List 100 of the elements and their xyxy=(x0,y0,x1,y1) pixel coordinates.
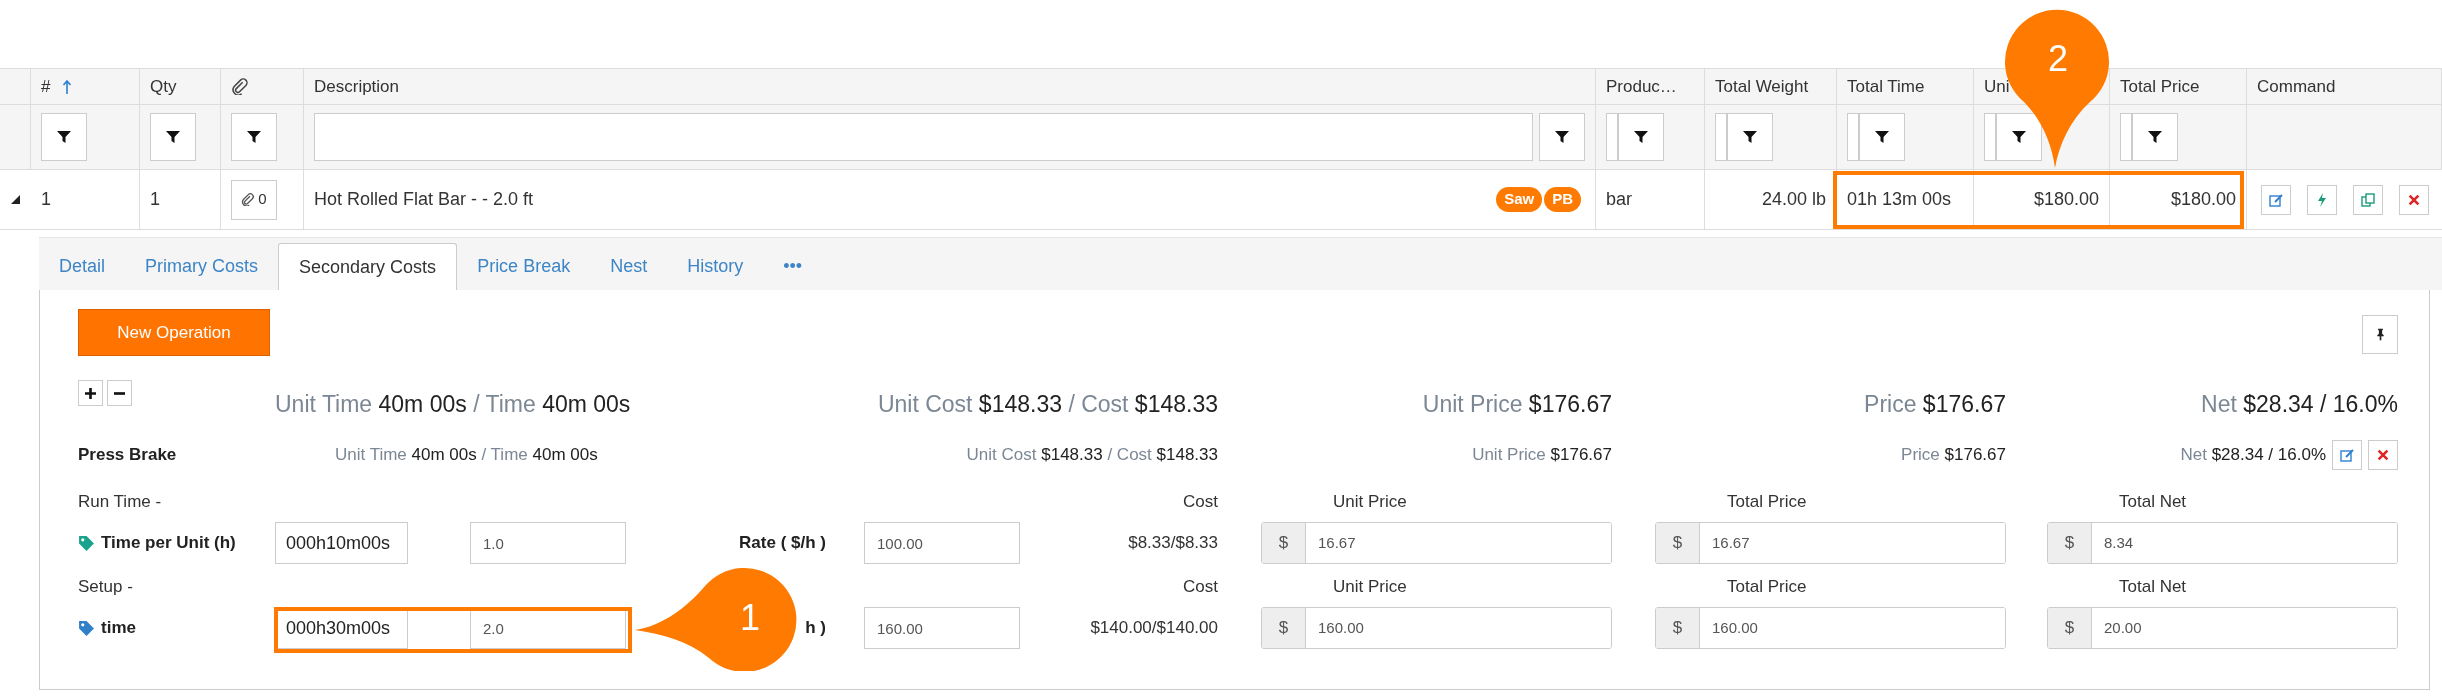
column-header[interactable]: Description xyxy=(314,73,400,100)
weight-text: 24.00 lb xyxy=(1761,188,1826,211)
column-header[interactable]: Total Weight xyxy=(1715,73,1809,100)
filter-input[interactable] xyxy=(1715,113,1727,161)
price-label: Total Net xyxy=(2119,492,2187,512)
operation-summary: Net $28.34 / 16.0% xyxy=(2180,444,2326,467)
summary-total: Price $176.67 xyxy=(1864,389,2006,419)
filter-button[interactable] xyxy=(1539,113,1585,161)
operation-tag: Saw xyxy=(1496,187,1543,212)
delete-button[interactable] xyxy=(2368,440,2398,470)
operation-summary: Unit Time 40m 00s / Time 40m 00s xyxy=(335,444,598,467)
column-header[interactable]: Total Price xyxy=(2120,73,2200,100)
price-text: $180.00 xyxy=(2170,188,2236,211)
filter-button[interactable] xyxy=(41,113,87,161)
filter-icon xyxy=(56,129,72,145)
callout-number: 1 xyxy=(740,596,760,640)
operation-summary: Unit Price $176.67 xyxy=(1472,444,1612,467)
price-label: Total Price xyxy=(1727,577,1807,597)
filter-icon xyxy=(1554,129,1570,145)
expand-all-button[interactable] xyxy=(78,380,103,406)
filter-button[interactable] xyxy=(1618,113,1664,161)
price-label: Unit Price xyxy=(1333,492,1407,512)
pin-button[interactable] xyxy=(2362,315,2398,354)
tab[interactable]: Secondary Costs xyxy=(278,243,458,290)
filter-icon xyxy=(2147,129,2163,145)
tab[interactable]: History xyxy=(667,243,764,290)
rate-field[interactable]: 100.00 xyxy=(864,522,1020,564)
tab[interactable]: Nest xyxy=(590,243,668,290)
row-number: 1 xyxy=(41,188,51,211)
cost-heading: Cost xyxy=(1183,576,1218,599)
hours-field[interactable]: 1.0 xyxy=(470,522,626,564)
filter-input[interactable] xyxy=(2120,113,2132,161)
filter-input[interactable] xyxy=(1847,113,1859,161)
time-field[interactable]: 000h10m00s xyxy=(275,522,408,564)
filter-icon xyxy=(246,129,262,145)
operation-summary: Price $176.67 xyxy=(1901,444,2006,467)
column-header[interactable]: Total Time xyxy=(1847,73,1925,100)
price-text: $180.00 xyxy=(2033,188,2099,211)
price-label: Total Price xyxy=(1727,492,1807,512)
price-field[interactable]: $ 8.34 xyxy=(2047,522,2398,564)
filter-button[interactable] xyxy=(1727,113,1773,161)
tab[interactable]: Price Break xyxy=(457,243,591,290)
price-label: Unit Price xyxy=(1333,577,1407,597)
price-field[interactable]: $ 16.67 xyxy=(1655,522,2006,564)
summary-total: Unit Cost $148.33 / Cost $148.33 xyxy=(877,389,1218,419)
section-heading: Setup - xyxy=(78,576,134,599)
tab[interactable]: ••• xyxy=(763,243,823,290)
cost-value: $8.33/$8.33 xyxy=(1128,532,1218,555)
operation-name: Press Brake xyxy=(78,444,178,467)
filter-icon xyxy=(1742,129,1758,145)
cost-value: $140.00/$140.00 xyxy=(1090,617,1218,640)
lightning-button[interactable] xyxy=(2307,184,2337,215)
filter-button[interactable] xyxy=(1996,113,2042,161)
price-label: Total Net xyxy=(2119,577,2187,597)
product-text: bar xyxy=(1606,188,1632,211)
rate-label: h ) xyxy=(805,617,827,640)
filter-input[interactable] xyxy=(1606,113,1618,161)
filter-icon xyxy=(1874,129,1890,145)
field-label: time xyxy=(101,617,136,640)
plus-icon xyxy=(85,387,96,399)
close-icon xyxy=(2407,192,2421,207)
tab[interactable]: Detail xyxy=(39,243,126,290)
filter-button[interactable] xyxy=(150,113,196,161)
edit-icon xyxy=(2268,191,2284,208)
attachments-button[interactable]: 0 xyxy=(231,179,277,220)
column-header[interactable]: # xyxy=(41,73,51,100)
time-text: 01h 13m 00s xyxy=(1847,188,1952,211)
price-field[interactable]: $ 20.00 xyxy=(2047,607,2398,649)
column-header[interactable]: Command xyxy=(2257,73,2336,100)
tab[interactable]: Primary Costs xyxy=(125,243,279,290)
description-text: Hot Rolled Flat Bar - - 2.0 ft xyxy=(314,188,534,211)
expand-icon[interactable] xyxy=(11,195,20,204)
column-header[interactable]: Produc… xyxy=(1606,73,1677,100)
price-field[interactable]: $ 160.00 xyxy=(1261,607,1612,649)
filter-button[interactable] xyxy=(231,113,277,161)
column-header[interactable]: Qty xyxy=(150,73,177,100)
summary-total: Unit Time 40m 00s / Time 40m 00s xyxy=(275,389,631,419)
filter-input[interactable] xyxy=(1984,113,1996,161)
rate-label: Rate ( $/h ) xyxy=(739,532,827,555)
column-header[interactable]: Uni xyxy=(1984,73,2010,100)
filter-icon xyxy=(1633,129,1649,145)
filter-button[interactable] xyxy=(2132,113,2178,161)
filter-input[interactable] xyxy=(314,113,1533,161)
close-icon xyxy=(2376,448,2390,462)
rate-field[interactable]: 160.00 xyxy=(864,607,1020,649)
filter-button[interactable] xyxy=(1859,113,1905,161)
field-label: Time per Unit (h) xyxy=(101,532,236,555)
price-field[interactable]: $ 16.67 xyxy=(1261,522,1612,564)
edit-button[interactable] xyxy=(2261,184,2291,215)
edit-button[interactable] xyxy=(2332,440,2362,470)
callout-number: 2 xyxy=(2048,37,2068,81)
filter-icon xyxy=(2011,129,2027,145)
summary-total: Net $28.34 / 16.0% xyxy=(2201,389,2398,419)
price-field[interactable]: $ 160.00 xyxy=(1655,607,2006,649)
sort-arrow-icon[interactable] xyxy=(62,78,73,95)
quantity-text: 1 xyxy=(150,188,160,211)
operation-summary: Unit Cost $148.33 / Cost $148.33 xyxy=(966,444,1218,467)
close-button[interactable] xyxy=(2399,184,2429,215)
collapse-all-button[interactable] xyxy=(107,380,132,406)
operation-tag: PB xyxy=(1544,187,1581,212)
